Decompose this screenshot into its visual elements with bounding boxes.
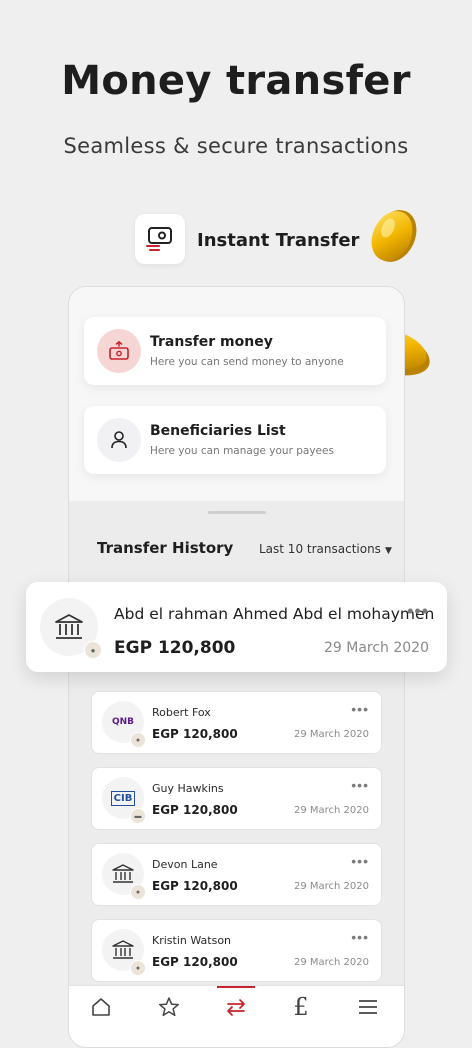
user-badge-icon: ● — [130, 960, 146, 976]
transaction-item[interactable]: CIB ▬ Guy Hawkins EGP 120,800 29 March 2… — [91, 767, 382, 830]
user-badge-icon: ● — [84, 641, 102, 659]
page-subheadline: Seamless & secure transactions — [63, 134, 409, 158]
drag-handle[interactable] — [208, 511, 266, 514]
more-options-icon[interactable]: ••• — [351, 778, 369, 792]
menu-icon[interactable] — [348, 992, 388, 1022]
transfer-money-subtitle: Here you can send money to anyone — [150, 356, 344, 368]
pound-icon[interactable]: £ — [281, 992, 321, 1022]
transaction-amount: EGP 120,800 — [152, 955, 238, 969]
featured-transaction-date: 29 March 2020 — [323, 640, 429, 656]
instant-transfer-label: Instant Transfer — [197, 230, 360, 251]
instant-transfer-icon — [135, 214, 185, 264]
transfer-money-card[interactable]: Transfer money Here you can send money t… — [84, 317, 386, 385]
transfer-icon[interactable] — [216, 992, 256, 1022]
beneficiaries-subtitle: Here you can manage your payees — [150, 445, 334, 457]
card-badge-icon: ▬ — [130, 808, 146, 824]
coin-icon — [371, 210, 417, 262]
transaction-amount: EGP 120,800 — [152, 803, 238, 817]
money-transfer-icon — [97, 329, 141, 373]
transaction-date: 29 March 2020 — [293, 957, 369, 968]
home-icon[interactable] — [81, 992, 121, 1022]
user-icon — [97, 418, 141, 462]
more-options-icon[interactable]: ••• — [407, 602, 429, 620]
more-options-icon[interactable]: ••• — [351, 930, 369, 944]
transfer-money-title: Transfer money — [150, 334, 273, 350]
transaction-name: Guy Hawkins — [152, 782, 224, 795]
transaction-name: Devon Lane — [152, 858, 218, 871]
history-filter-dropdown[interactable]: Last 10 transactions ▼ — [259, 542, 392, 556]
transaction-date: 29 March 2020 — [293, 881, 369, 892]
beneficiaries-title: Beneficiaries List — [150, 423, 286, 439]
transaction-date: 29 March 2020 — [293, 729, 369, 740]
caret-down-icon: ▼ — [384, 546, 392, 556]
featured-transaction-amount: EGP 120,800 — [114, 638, 236, 658]
featured-transaction-card[interactable]: ● Abd el rahman Ahmed Abd el mohaymen EG… — [26, 582, 447, 672]
transaction-item[interactable]: ● Devon Lane EGP 120,800 29 March 2020 •… — [91, 843, 382, 906]
star-icon[interactable] — [149, 992, 189, 1022]
transfer-history-title: Transfer History — [97, 539, 234, 557]
beneficiaries-list-card[interactable]: Beneficiaries List Here you can manage y… — [84, 406, 386, 474]
transaction-item[interactable]: ● Kristin Watson EGP 120,800 29 March 20… — [91, 919, 382, 982]
featured-transaction-name: Abd el rahman Ahmed Abd el mohaymen — [114, 605, 435, 623]
user-badge-icon: ● — [130, 732, 146, 748]
quick-actions-panel: Transfer money Here you can send money t… — [69, 287, 404, 501]
history-filter-label: Last 10 transactions — [259, 542, 381, 556]
transaction-date: 29 March 2020 — [293, 805, 369, 816]
more-options-icon[interactable]: ••• — [351, 702, 369, 716]
transaction-name: Robert Fox — [152, 706, 211, 719]
more-options-icon[interactable]: ••• — [351, 854, 369, 868]
nav-active-indicator — [217, 986, 255, 988]
transaction-amount: EGP 120,800 — [152, 727, 238, 741]
transaction-amount: EGP 120,800 — [152, 879, 238, 893]
transaction-item[interactable]: QNB ● Robert Fox EGP 120,800 29 March 20… — [91, 691, 382, 754]
page-headline: Money transfer — [61, 58, 411, 104]
transaction-name: Kristin Watson — [152, 934, 232, 947]
bottom-navigation: £ — [69, 985, 404, 1047]
user-badge-icon: ● — [130, 884, 146, 900]
